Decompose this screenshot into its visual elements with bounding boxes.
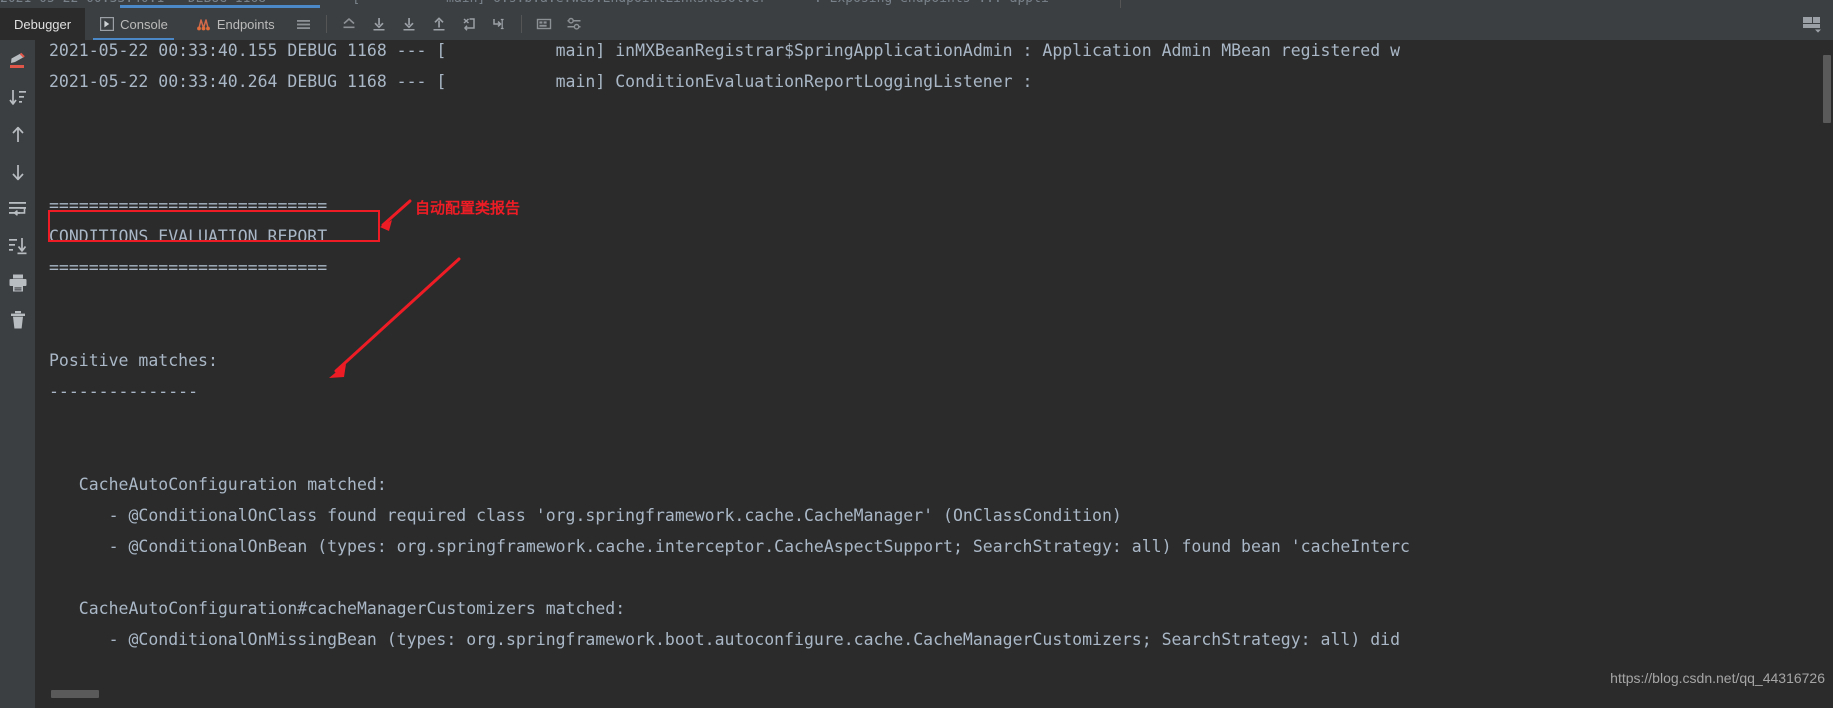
vertical-scrollbar-thumb[interactable]: [1823, 55, 1831, 123]
force-step-into-icon[interactable]: [424, 10, 454, 38]
run-console-icon: [99, 17, 114, 32]
tab-endpoints[interactable]: Endpoints: [182, 8, 289, 40]
console-line: CacheAutoConfiguration matched:: [49, 474, 387, 494]
console-line: - @ConditionalOnMissingBean (types: org.…: [49, 629, 1401, 649]
soft-wrap-icon[interactable]: [5, 48, 31, 74]
tab-debugger[interactable]: Debugger: [0, 8, 86, 40]
toolbar-right-group: [1797, 10, 1833, 38]
console-line: ---------------: [49, 381, 199, 401]
step-over-icon[interactable]: [364, 10, 394, 38]
tab-console-label: Console: [120, 16, 168, 32]
console-line: ============================: [49, 257, 328, 277]
use-soft-wraps-icon[interactable]: [5, 196, 31, 222]
scroll-to-end-icon[interactable]: [5, 85, 31, 111]
down-arrow-icon[interactable]: [5, 159, 31, 185]
run-to-cursor-icon[interactable]: [484, 10, 514, 38]
console-vertical-scrollbar[interactable]: [1821, 40, 1833, 700]
scroll-to-bottom-icon[interactable]: [5, 233, 31, 259]
console-line: - @ConditionalOnBean (types: org.springf…: [49, 536, 1410, 556]
settings-tune-icon[interactable]: [559, 10, 589, 38]
console-line: CONDITIONS EVALUATION REPORT: [49, 226, 328, 246]
console-line: CacheAutoConfiguration#cacheManagerCusto…: [49, 598, 626, 618]
debug-toolbar: Debugger Console Endpoints: [0, 8, 1833, 41]
endpoints-icon: [196, 17, 211, 32]
console-line: - @ConditionalOnClass found required cla…: [49, 505, 1122, 525]
tab-strip-divider: [1120, 0, 1121, 8]
restore-layout-icon[interactable]: [1797, 10, 1827, 38]
print-icon[interactable]: [5, 270, 31, 296]
step-into-icon[interactable]: [394, 10, 424, 38]
toolbar-divider-2: [520, 15, 522, 33]
csdn-watermark: https://blog.csdn.net/qq_44316726: [1610, 670, 1825, 686]
up-arrow-icon[interactable]: [5, 122, 31, 148]
layout-menu-icon[interactable]: [289, 10, 319, 38]
step-out-icon[interactable]: [334, 10, 364, 38]
toolbar-divider-1: [325, 15, 327, 33]
evaluate-expression-icon[interactable]: [529, 10, 559, 38]
tab-debugger-label: Debugger: [14, 16, 72, 32]
console-line: 2021-05-22 00:33:40.264 DEBUG 1168 --- […: [49, 71, 1033, 91]
console-line: 2021-05-22 00:33:40.155 DEBUG 1168 --- […: [49, 40, 1401, 60]
console-horizontal-scrollbar[interactable]: [35, 688, 1821, 700]
trash-icon[interactable]: [5, 307, 31, 333]
console-side-toolbar: [0, 40, 36, 708]
console-line: ============================: [49, 195, 328, 215]
console-line: Positive matches:: [49, 350, 218, 370]
editor-tab-strip: 2021-05-22 00:33:40.1 DEBUG 1168 [ main]…: [0, 0, 1833, 8]
tab-endpoints-label: Endpoints: [216, 16, 275, 32]
console-output-panel[interactable]: 2021-05-22 00:33:40.155 DEBUG 1168 --- […: [35, 40, 1821, 700]
console-log-text: 2021-05-22 00:33:40.155 DEBUG 1168 --- […: [35, 40, 1410, 655]
step-out-frame-icon[interactable]: [454, 10, 484, 38]
horizontal-scrollbar-thumb[interactable]: [51, 690, 99, 698]
tab-console[interactable]: Console: [85, 8, 182, 40]
